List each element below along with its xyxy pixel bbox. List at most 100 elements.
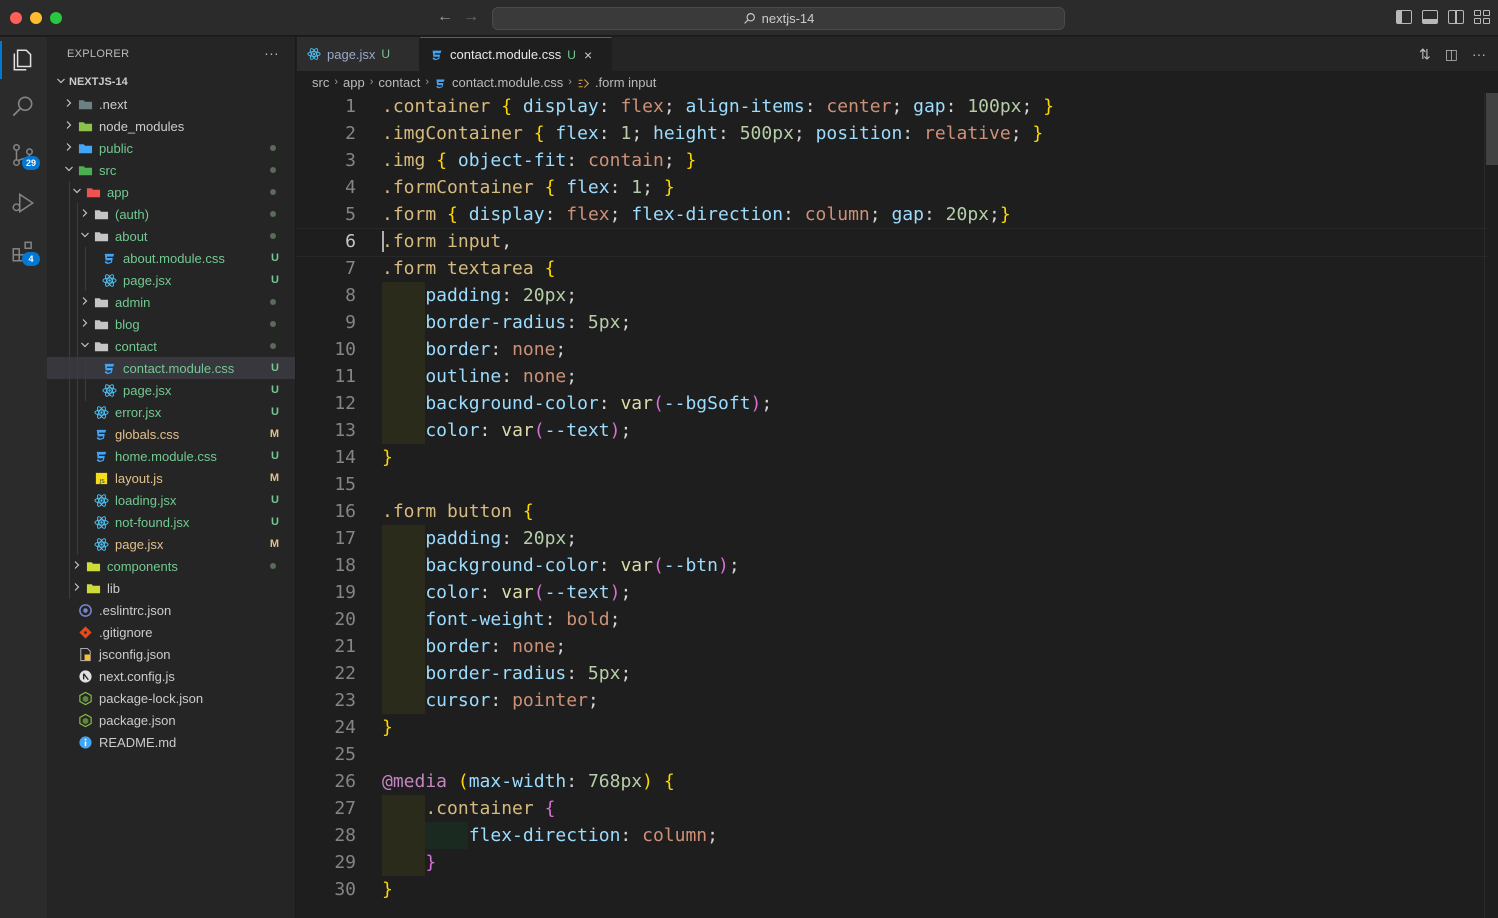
scrollbar-thumb[interactable] xyxy=(1486,93,1498,165)
code-line[interactable]: } xyxy=(382,444,1054,471)
tree-file[interactable]: error.jsx U xyxy=(47,401,295,423)
code-line[interactable]: .container { display: flex; align-items:… xyxy=(382,93,1054,120)
workspace-root[interactable]: NEXTJS-14 xyxy=(47,71,295,93)
explorer-icon[interactable] xyxy=(0,41,36,79)
code-line[interactable]: .form input, xyxy=(297,228,1488,257)
split-editor-icon[interactable]: ◫ xyxy=(1445,46,1458,63)
code-line[interactable] xyxy=(382,471,1054,498)
tree-folder[interactable]: public xyxy=(47,137,295,159)
code-area[interactable]: .container { display: flex; align-items:… xyxy=(297,93,1488,903)
code-line[interactable]: padding: 20px; xyxy=(382,282,1054,309)
tree-file[interactable]: about.module.css U xyxy=(47,247,295,269)
breadcrumb-item[interactable]: contact xyxy=(378,75,420,90)
tree-file[interactable]: contact.module.css U xyxy=(47,357,295,379)
toggle-panel-icon[interactable] xyxy=(1422,10,1438,24)
svg-text:JS: JS xyxy=(98,479,105,485)
breadcrumb-item[interactable]: src xyxy=(312,75,329,90)
code-token: flex-direction xyxy=(631,204,784,225)
tree-file[interactable]: page.jsx U xyxy=(47,379,295,401)
tree-file[interactable]: .gitignore xyxy=(47,621,295,643)
code-line[interactable]: flex-direction: column; xyxy=(382,822,1054,849)
code-line[interactable]: border-radius: 5px; xyxy=(382,309,1054,336)
tree-file[interactable]: next.config.js xyxy=(47,665,295,687)
tree-file[interactable]: page.jsx M xyxy=(47,533,295,555)
tree-folder[interactable]: .next xyxy=(47,93,295,115)
code-line[interactable]: background-color: var(--bgSoft); xyxy=(382,390,1054,417)
extensions-icon[interactable]: 4 xyxy=(10,238,40,266)
tab-page-jsx[interactable]: page.jsx U xyxy=(297,37,420,71)
tree-file[interactable]: page.jsx U xyxy=(47,269,295,291)
code-line[interactable]: color: var(--text); xyxy=(382,417,1054,444)
vertical-scrollbar[interactable] xyxy=(1484,93,1498,918)
code-line[interactable]: .form { display: flex; flex-direction: c… xyxy=(382,201,1054,228)
code-line[interactable]: .imgContainer { flex: 1; height: 500px; … xyxy=(382,120,1054,147)
source-control-icon[interactable]: 29 xyxy=(10,142,40,170)
toggle-primary-sidebar-icon[interactable] xyxy=(1396,10,1412,24)
code-line[interactable] xyxy=(382,741,1054,768)
close-window-button[interactable] xyxy=(10,12,22,24)
breadcrumb-item[interactable]: app xyxy=(343,75,365,90)
tree-folder[interactable]: app xyxy=(47,181,295,203)
tree-folder[interactable]: contact xyxy=(47,335,295,357)
code-line[interactable]: border: none; xyxy=(382,336,1054,363)
code-token: border-radius xyxy=(382,312,567,333)
extensions-badge: 4 xyxy=(22,252,40,266)
tree-folder[interactable]: admin xyxy=(47,291,295,313)
tree-folder[interactable]: about xyxy=(47,225,295,247)
tree-file[interactable]: JS layout.js M xyxy=(47,467,295,489)
customize-layout-icon[interactable] xyxy=(1474,10,1490,24)
compare-changes-icon[interactable]: ⇅ xyxy=(1419,46,1431,63)
tree-file[interactable]: loading.jsx U xyxy=(47,489,295,511)
tree-file[interactable]: README.md xyxy=(47,731,295,753)
breadcrumb-item[interactable]: contact.module.css xyxy=(452,75,563,90)
close-icon[interactable]: × xyxy=(584,47,592,63)
code-token: , xyxy=(501,231,513,252)
tree-folder[interactable]: node_modules xyxy=(47,115,295,137)
code-line[interactable]: .form button { xyxy=(382,498,1054,525)
tree-file[interactable]: jsconfig.json xyxy=(47,643,295,665)
tab-contact-module-css[interactable]: contact.module.css U × xyxy=(420,37,612,71)
tree-file[interactable]: package-lock.json xyxy=(47,687,295,709)
search-icon[interactable] xyxy=(10,94,36,120)
code-line[interactable]: border-radius: 5px; xyxy=(382,660,1054,687)
tree-file[interactable]: package.json xyxy=(47,709,295,731)
tree-file[interactable]: globals.css M xyxy=(47,423,295,445)
code-line[interactable]: .formContainer { flex: 1; } xyxy=(382,174,1054,201)
maximize-window-button[interactable] xyxy=(50,12,62,24)
tree-folder[interactable]: src xyxy=(47,159,295,181)
run-debug-icon[interactable] xyxy=(10,190,36,216)
command-center-search[interactable]: nextjs-14 xyxy=(492,7,1065,30)
tree-file[interactable]: .eslintrc.json xyxy=(47,599,295,621)
code-line[interactable]: padding: 20px; xyxy=(382,525,1054,552)
code-line[interactable]: border: none; xyxy=(382,633,1054,660)
code-line[interactable]: .form textarea { xyxy=(382,255,1054,282)
forward-arrow-icon[interactable]: → xyxy=(463,8,479,26)
code-token: : xyxy=(501,366,523,387)
toggle-secondary-sidebar-icon[interactable] xyxy=(1448,10,1464,24)
minimize-window-button[interactable] xyxy=(30,12,42,24)
tree-file[interactable]: home.module.css U xyxy=(47,445,295,467)
code-line[interactable]: } xyxy=(382,714,1054,741)
tree-folder[interactable]: blog xyxy=(47,313,295,335)
code-line[interactable]: background-color: var(--btn); xyxy=(382,552,1054,579)
folder-icon xyxy=(77,96,93,112)
code-line[interactable]: font-weight: bold; xyxy=(382,606,1054,633)
tree-folder[interactable]: (auth) xyxy=(47,203,295,225)
code-line[interactable]: } xyxy=(382,876,1054,903)
code-line[interactable]: outline: none; xyxy=(382,363,1054,390)
code-line[interactable]: color: var(--text); xyxy=(382,579,1054,606)
tree-item-label: package-lock.json xyxy=(99,690,204,706)
code-line[interactable]: @media (max-width: 768px) { xyxy=(382,768,1054,795)
code-line[interactable]: cursor: pointer; xyxy=(382,687,1054,714)
breadcrumb-item[interactable]: .form input xyxy=(595,75,656,90)
back-arrow-icon[interactable]: ← xyxy=(437,8,453,26)
tree-folder[interactable]: lib xyxy=(47,577,295,599)
tree-folder[interactable]: components xyxy=(47,555,295,577)
code-line[interactable]: } xyxy=(382,849,1054,876)
tree-file[interactable]: not-found.jsx U xyxy=(47,511,295,533)
code-editor[interactable]: 1 2 3 4 5 6 7 8 9 10 11 12 13 14 15 16 17 18 19 20 21 22 23 24 2… xyxy=(297,93,1498,918)
more-actions-icon[interactable]: ··· xyxy=(264,45,279,61)
code-line[interactable]: .container { xyxy=(382,795,1054,822)
code-line[interactable]: .img { object-fit: contain; } xyxy=(382,147,1054,174)
more-actions-icon[interactable]: ··· xyxy=(1472,46,1486,63)
